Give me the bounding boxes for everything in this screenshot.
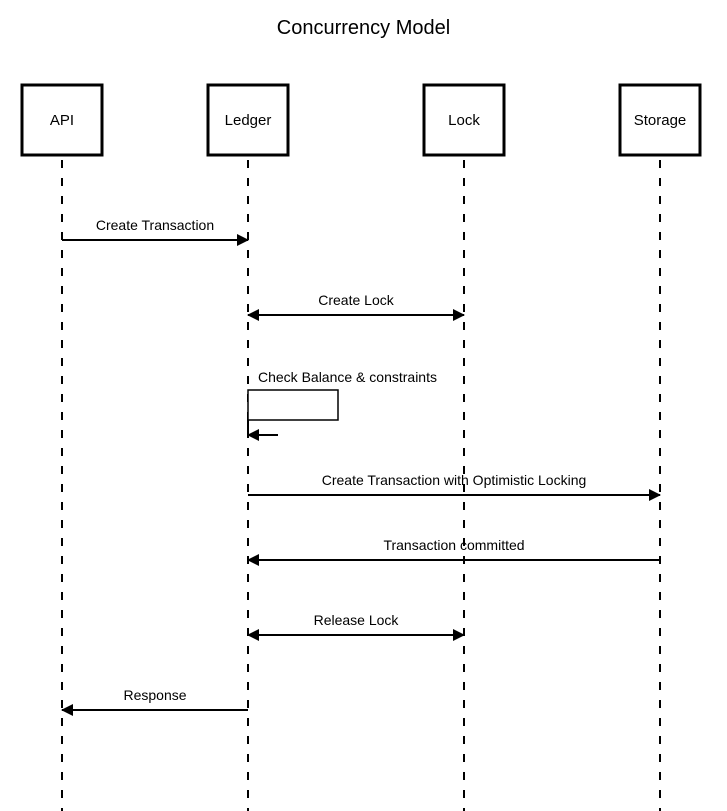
message-check-balance-label: Check Balance & constraints (258, 369, 437, 385)
messages: Create Transaction Create Lock Check Bal… (62, 217, 660, 710)
message-check-balance: Check Balance & constraints (248, 369, 437, 435)
message-tx-committed-label: Transaction committed (383, 537, 524, 553)
participant-ledger-label: Ledger (225, 112, 272, 129)
message-create-tx-optimistic-label: Create Transaction with Optimistic Locki… (322, 472, 587, 488)
message-response-label: Response (123, 687, 186, 703)
message-create-transaction-label: Create Transaction (96, 217, 214, 233)
participant-labels: API Ledger Lock Storage (50, 112, 686, 129)
message-release-lock-label: Release Lock (314, 612, 400, 628)
participant-storage-label: Storage (634, 112, 687, 129)
participant-api-label: API (50, 112, 74, 129)
sequence-diagram: Concurrency Model API Ledger Lock Storag… (0, 0, 727, 811)
participant-lock-label: Lock (448, 112, 480, 129)
participants (22, 85, 700, 155)
selfcall-box (248, 390, 338, 420)
message-create-lock-label: Create Lock (318, 292, 394, 308)
diagram-title: Concurrency Model (277, 17, 450, 39)
